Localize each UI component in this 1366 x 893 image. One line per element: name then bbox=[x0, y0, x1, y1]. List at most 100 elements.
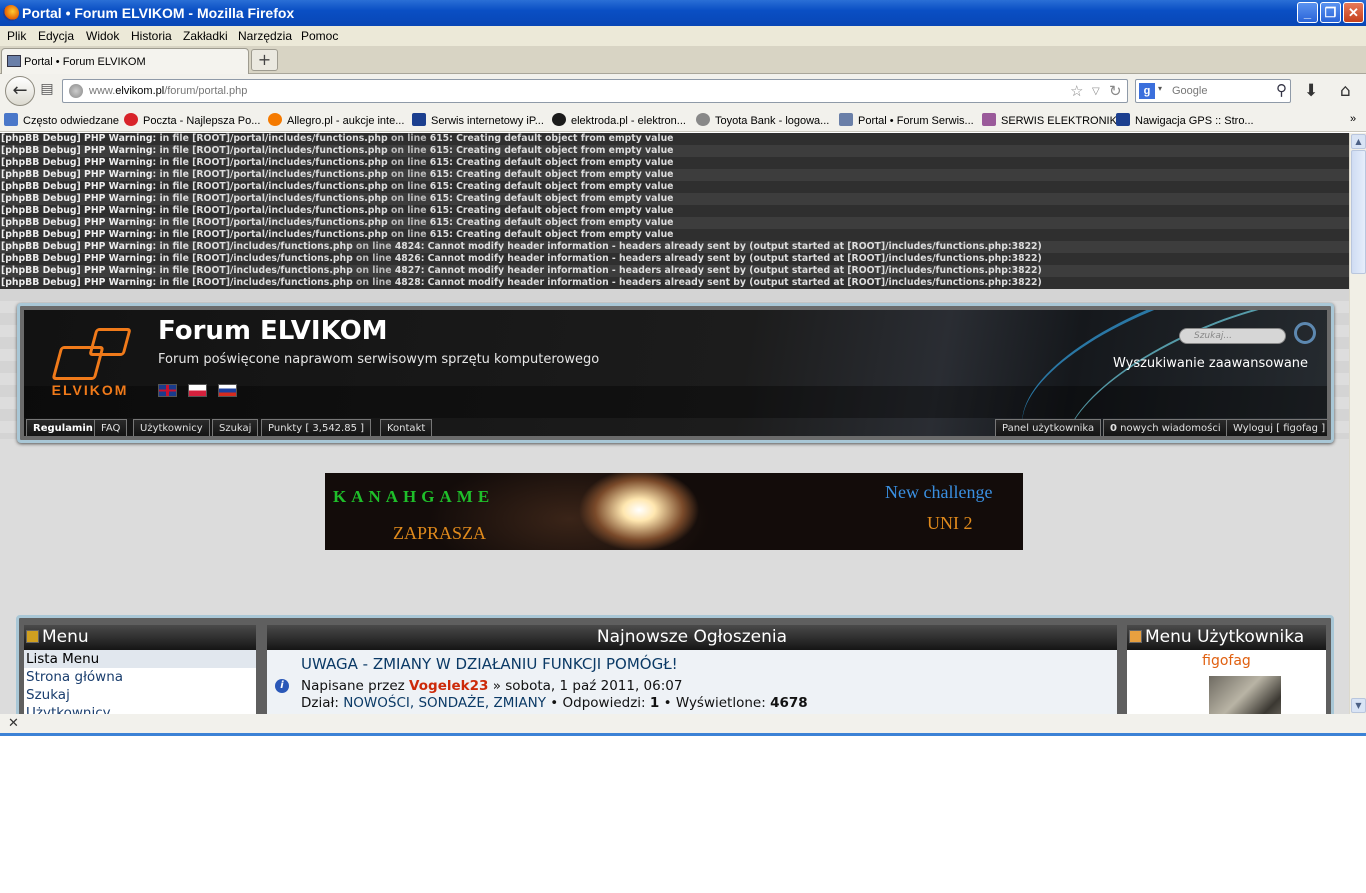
bookmarks-toolbar: Często odwiedzane Poczta - Najlepsza Po.… bbox=[0, 108, 1366, 132]
debug-line: [phpBB Debug] PHP Warning: in file [ROOT… bbox=[0, 205, 1349, 217]
debug-line: [phpBB Debug] PHP Warning: in file [ROOT… bbox=[0, 181, 1349, 193]
bookmark-item[interactable]: Często odwiedzane bbox=[4, 113, 119, 127]
close-button[interactable]: ✕ bbox=[1343, 2, 1364, 23]
bookmark-item[interactable]: Nawigacja GPS :: Stro... bbox=[1116, 113, 1254, 127]
forum-header: ELVIKOM Forum ELVIKOM Forum poświęcone n… bbox=[17, 303, 1334, 443]
flag-pl-icon[interactable] bbox=[188, 384, 207, 397]
username-link[interactable]: figofag bbox=[1127, 653, 1326, 669]
flag-ru-icon[interactable] bbox=[218, 384, 237, 397]
user-menu-header: Menu Użytkownika bbox=[1127, 625, 1326, 650]
scroll-down-button[interactable]: ▼ bbox=[1351, 698, 1366, 713]
minimize-button[interactable]: _ bbox=[1297, 2, 1318, 23]
debug-line: [phpBB Debug] PHP Warning: in file [ROOT… bbox=[0, 277, 1349, 289]
menubar: Plik Edycja Widok Historia Zakładki Narz… bbox=[0, 26, 1366, 46]
debug-line: [phpBB Debug] PHP Warning: in file [ROOT… bbox=[0, 241, 1349, 253]
window-titlebar: Portal • Forum ELVIKOM - Mozilla Firefox… bbox=[0, 0, 1366, 26]
menu-plik[interactable]: Plik bbox=[7, 29, 26, 43]
bookmark-item[interactable]: Poczta - Najlepsza Po... bbox=[124, 113, 260, 127]
url-text[interactable]: www.elvikom.pl/forum/portal.php bbox=[89, 85, 247, 97]
bookmark-item[interactable]: Allegro.pl - aukcje inte... bbox=[268, 113, 404, 127]
section-link[interactable]: NOWOŚCI, SONDAŻE, ZMIANY bbox=[343, 695, 546, 711]
forum-nav: Regulamin FAQ Użytkownicy Szukaj Punkty … bbox=[24, 418, 1327, 436]
chevron-down-icon[interactable]: ▾ bbox=[1158, 84, 1162, 93]
menu-header: Menu bbox=[24, 625, 256, 650]
banner-text: New challenge bbox=[885, 482, 993, 502]
nav-logout[interactable]: Wyloguj [ figofag ] bbox=[1226, 419, 1327, 436]
debug-line: [phpBB Debug] PHP Warning: in file [ROOT… bbox=[0, 169, 1349, 181]
nav-kontakt[interactable]: Kontakt bbox=[380, 419, 433, 436]
history-icon[interactable]: ▤ bbox=[36, 81, 58, 101]
dropdown-icon[interactable]: ▽ bbox=[1092, 86, 1100, 97]
vertical-scrollbar[interactable]: ▲ ▼ bbox=[1349, 133, 1366, 714]
scroll-up-button[interactable]: ▲ bbox=[1351, 134, 1366, 149]
search-icon[interactable] bbox=[1294, 322, 1316, 344]
menu-zakladki[interactable]: Zakładki bbox=[183, 29, 228, 43]
announcements-block: Najnowsze Ogłoszenia UWAGA - ZMIANY W DZ… bbox=[267, 625, 1117, 714]
bookmark-item[interactable]: elektroda.pl - elektron... bbox=[552, 113, 686, 127]
menu-item-lista-menu: Lista Menu bbox=[24, 650, 256, 668]
bookmark-item[interactable]: Serwis internetowy iP... bbox=[412, 113, 544, 127]
forum-logo[interactable]: ELVIKOM bbox=[44, 324, 136, 402]
menu-pomoc[interactable]: Pomoc bbox=[301, 29, 338, 43]
bookmark-item[interactable]: SERWIS ELEKTRONIKI bbox=[982, 113, 1120, 127]
bookmark-folder-icon bbox=[4, 113, 18, 126]
tab-label: Portal • Forum ELVIKOM bbox=[24, 56, 146, 68]
announcement-title-link[interactable]: UWAGA - ZMIANY W DZIAŁANIU FUNKCJI POMÓG… bbox=[301, 655, 678, 673]
menu-widok[interactable]: Widok bbox=[86, 29, 119, 43]
url-bar[interactable]: www.elvikom.pl/forum/portal.php ☆ ▽ ↻ bbox=[62, 79, 1128, 103]
more-bookmarks-icon[interactable]: » bbox=[1350, 113, 1356, 125]
nav-punkty[interactable]: Punkty [ 3,542.85 ] bbox=[261, 419, 372, 436]
debug-line: [phpBB Debug] PHP Warning: in file [ROOT… bbox=[0, 229, 1349, 241]
forum-title[interactable]: Forum ELVIKOM bbox=[158, 316, 388, 346]
close-icon[interactable]: ✕ bbox=[8, 716, 19, 731]
scrollbar-thumb[interactable] bbox=[1351, 150, 1366, 274]
forum-search-input[interactable]: Szukaj... bbox=[1179, 328, 1286, 344]
announcement-stats: Dział: NOWOŚCI, SONDAŻE, ZMIANY • Odpowi… bbox=[301, 695, 808, 711]
nav-panel-uzytkownika[interactable]: Panel użytkownika bbox=[995, 419, 1102, 436]
tab-portal[interactable]: Portal • Forum ELVIKOM bbox=[1, 48, 249, 74]
back-button[interactable]: ← bbox=[5, 76, 35, 106]
page-viewport[interactable]: [phpBB Debug] PHP Warning: in file [ROOT… bbox=[0, 133, 1349, 714]
menu-item-strona-glowna[interactable]: Strona główna bbox=[24, 668, 256, 686]
debug-line: [phpBB Debug] PHP Warning: in file [ROOT… bbox=[0, 253, 1349, 265]
ad-banner[interactable]: KANAHGAME ZAPRASZA New challenge UNI 2 bbox=[325, 473, 1023, 550]
ladybug-icon bbox=[124, 113, 138, 126]
toyota-icon bbox=[696, 113, 710, 126]
nav-new-messages[interactable]: 0 nowych wiadomości bbox=[1103, 419, 1228, 436]
calendar-icon bbox=[982, 113, 996, 126]
download-icon[interactable]: ⬇ bbox=[1304, 81, 1318, 101]
menu-item-szukaj[interactable]: Szukaj bbox=[24, 686, 256, 704]
flag-uk-icon[interactable] bbox=[158, 384, 177, 397]
ie-icon bbox=[552, 113, 566, 126]
avatar[interactable] bbox=[1209, 676, 1281, 714]
search-icon[interactable]: ⚲ bbox=[1276, 81, 1287, 99]
bookmark-item[interactable]: Portal • Forum Serwis... bbox=[839, 113, 974, 127]
home-icon[interactable]: ⌂ bbox=[1340, 81, 1351, 101]
menu-narzedzia[interactable]: Narzędzia bbox=[238, 29, 292, 43]
tab-strip: Portal • Forum ELVIKOM + bbox=[0, 46, 1366, 74]
gps-icon bbox=[1116, 113, 1130, 126]
maximize-button[interactable]: ❐ bbox=[1320, 2, 1341, 23]
nav-uzytkownicy[interactable]: Użytkownicy bbox=[133, 419, 210, 436]
allegro-icon bbox=[268, 113, 282, 126]
menu-historia[interactable]: Historia bbox=[131, 29, 172, 43]
announcements-header: Najnowsze Ogłoszenia bbox=[267, 625, 1117, 650]
nav-regulamin[interactable]: Regulamin bbox=[26, 419, 100, 436]
debug-line: [phpBB Debug] PHP Warning: in file [ROOT… bbox=[0, 145, 1349, 157]
search-bar[interactable]: g ▾ Google ⚲ bbox=[1135, 79, 1291, 103]
menu-icon bbox=[26, 630, 39, 643]
search-placeholder: Google bbox=[1172, 85, 1208, 97]
menu-edycja[interactable]: Edycja bbox=[38, 29, 74, 43]
author-link[interactable]: Vogelek23 bbox=[409, 678, 488, 694]
menu-item-uzytkownicy[interactable]: Użytkownicy bbox=[24, 704, 256, 714]
nav-faq[interactable]: FAQ bbox=[94, 419, 128, 436]
new-tab-button[interactable]: + bbox=[251, 49, 278, 71]
bookmark-item[interactable]: Toyota Bank - logowa... bbox=[696, 113, 829, 127]
advanced-search-link[interactable]: Wyszukiwanie zaawansowane bbox=[1113, 356, 1308, 371]
reload-icon[interactable]: ↻ bbox=[1109, 82, 1122, 100]
star-icon[interactable]: ☆ bbox=[1070, 82, 1083, 100]
menu-block: Menu Lista Menu Strona główna Szukaj Uży… bbox=[24, 625, 256, 714]
banner-text: ZAPRASZA bbox=[393, 523, 487, 543]
google-icon[interactable]: g bbox=[1139, 83, 1155, 99]
nav-szukaj[interactable]: Szukaj bbox=[212, 419, 259, 436]
